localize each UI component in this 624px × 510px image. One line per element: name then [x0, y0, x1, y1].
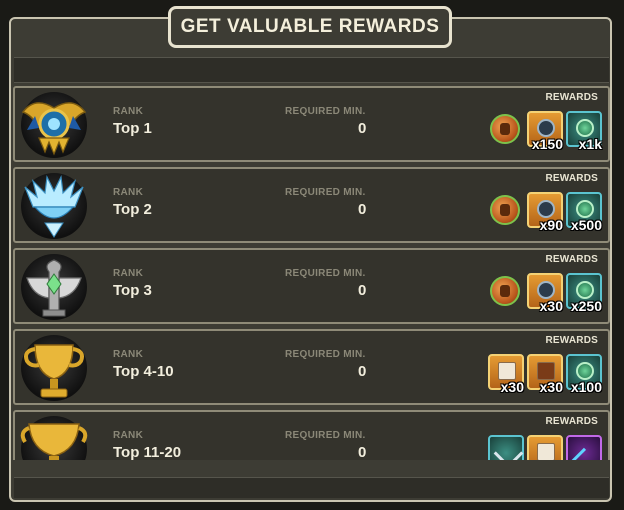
required-label: REQUIRED MIN.	[285, 430, 366, 441]
medal-icon[interactable]	[490, 195, 520, 225]
reward-row-top-4-10: RANK Top 4-10 REQUIRED MIN. 0 REWARDS x3…	[13, 329, 610, 405]
rewards-list[interactable]: RANK Top 1 REQUIRED MIN. 0 REWARDS x150 …	[13, 86, 610, 460]
reward-items: x90 x500	[490, 188, 602, 233]
chest-icon[interactable]: x30	[527, 273, 563, 314]
rank-value: Top 11-20	[113, 444, 182, 460]
key-icon[interactable]	[566, 435, 602, 460]
gold-trophy-icon	[21, 335, 87, 401]
silver-serpent-crest-icon	[21, 254, 87, 320]
panel-title: GET VALUABLE REWARDS	[180, 16, 440, 37]
reward-row-top-2: RANK Top 2 REQUIRED MIN. 0 REWARDS x90 x…	[13, 167, 610, 243]
rank-label: RANK	[113, 187, 144, 198]
rewards-label: REWARDS	[545, 92, 598, 103]
reward-count: x30	[539, 379, 563, 395]
reward-count: x30	[500, 379, 524, 395]
scroll-box-icon[interactable]: x30	[488, 354, 524, 395]
coin-icon[interactable]: x500	[566, 192, 602, 233]
required-label: REQUIRED MIN.	[285, 268, 366, 279]
reward-count: x1k	[578, 136, 602, 152]
rank-label: RANK	[113, 349, 144, 360]
reward-row-top-11-20: RANK Top 11-20 REQUIRED MIN. 0 REWARDS	[13, 410, 610, 460]
scroll-box-icon[interactable]	[527, 435, 563, 460]
required-value: 0	[358, 120, 367, 137]
required-value: 0	[358, 282, 367, 299]
blue-gold-crest-icon	[21, 92, 87, 158]
reward-count: x30	[539, 298, 563, 314]
reward-row-top-3: RANK Top 3 REQUIRED MIN. 0 REWARDS x30 x…	[13, 248, 610, 324]
required-label: REQUIRED MIN.	[285, 349, 366, 360]
rank-label: RANK	[113, 430, 144, 441]
rank-value: Top 2	[113, 201, 152, 218]
ice-crest-icon	[21, 173, 87, 239]
rank-value: Top 3	[113, 282, 152, 299]
coin-icon[interactable]: x100	[566, 354, 602, 395]
reward-items: x30 x30 x100	[488, 350, 602, 395]
reward-count: x100	[570, 379, 602, 395]
rank-label: RANK	[113, 106, 144, 117]
warrior-card-icon[interactable]: x30	[527, 354, 563, 395]
medal-icon[interactable]	[490, 114, 520, 144]
coin-icon[interactable]: x250	[566, 273, 602, 314]
title-plate: GET VALUABLE REWARDS	[168, 6, 452, 48]
required-value: 0	[358, 201, 367, 218]
medal-icon[interactable]	[490, 276, 520, 306]
header-band	[14, 57, 609, 83]
reward-items	[488, 431, 602, 460]
required-value: 0	[358, 444, 367, 460]
coin-icon[interactable]: x1k	[566, 111, 602, 152]
gold-cup-icon	[20, 416, 88, 460]
reward-count: x150	[531, 136, 563, 152]
reward-count: x250	[570, 298, 602, 314]
chest-icon[interactable]: x90	[527, 192, 563, 233]
anchor-icon[interactable]	[488, 435, 524, 460]
footer-band	[14, 477, 609, 498]
rank-value: Top 4-10	[113, 363, 174, 380]
reward-row-top-1: RANK Top 1 REQUIRED MIN. 0 REWARDS x150 …	[13, 86, 610, 162]
required-label: REQUIRED MIN.	[285, 106, 366, 117]
reward-items: x30 x250	[490, 269, 602, 314]
rewards-label: REWARDS	[545, 254, 598, 265]
rewards-label: REWARDS	[545, 416, 598, 427]
rank-label: RANK	[113, 268, 144, 279]
reward-count: x90	[539, 217, 563, 233]
rewards-label: REWARDS	[545, 173, 598, 184]
required-value: 0	[358, 363, 367, 380]
rewards-label: REWARDS	[545, 335, 598, 346]
rank-value: Top 1	[113, 120, 152, 137]
chest-icon[interactable]: x150	[527, 111, 563, 152]
reward-items: x150 x1k	[490, 107, 602, 152]
required-label: REQUIRED MIN.	[285, 187, 366, 198]
reward-count: x500	[570, 217, 602, 233]
